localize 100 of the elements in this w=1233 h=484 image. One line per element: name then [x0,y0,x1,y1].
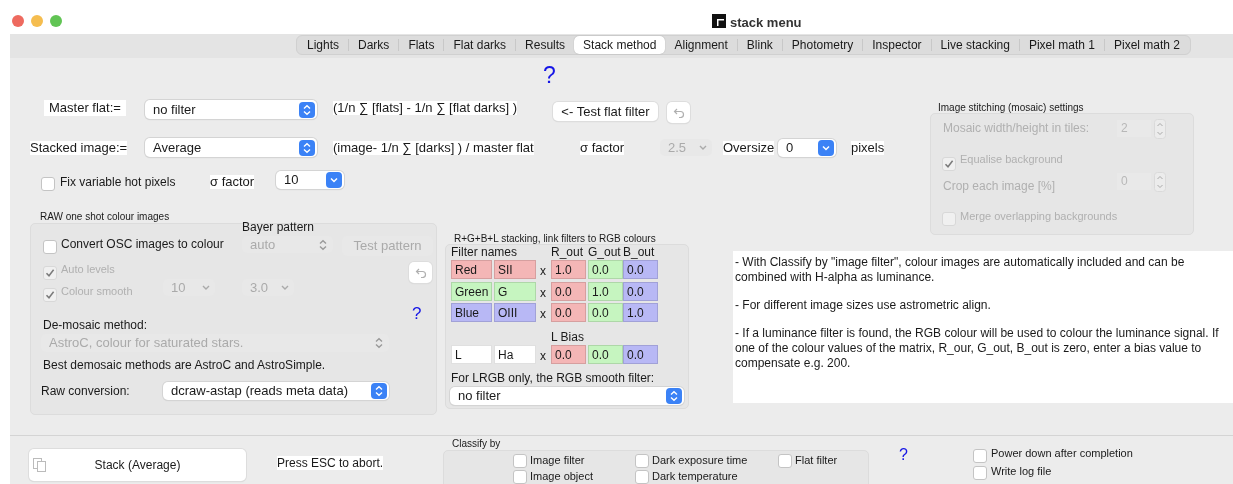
dropdown[interactable]: no filter [145,100,317,119]
checkbox[interactable] [635,454,649,468]
tab[interactable]: Live stacking [931,36,1019,54]
column-header: B_out [623,245,655,259]
input-field[interactable]: 1.0 [551,260,586,279]
field-label: For LRGB only, the RGB smooth filter: [451,371,655,385]
field-label: σ factor [580,141,625,155]
stepper-icon[interactable] [1154,172,1166,192]
checkbox[interactable] [41,177,55,191]
stack-icon [33,458,47,472]
input-field[interactable]: 0.0 [551,303,586,322]
checkbox[interactable] [635,470,649,484]
field-label: Oversize [723,141,775,155]
field-label: Raw conversion: [41,384,130,398]
checkbox-label: Image filter [530,453,585,468]
column-header: G_out [588,245,621,259]
tab[interactable]: Flat darks [444,36,516,54]
tab[interactable]: Darks [349,36,399,54]
stepper-icon [299,101,315,118]
multiply-sign: x [540,263,546,280]
checkbox[interactable] [778,454,792,468]
checkbox-label: Write log file [991,464,1052,478]
group-title: RAW one shot colour images [40,210,170,224]
tab[interactable]: Alignment [665,36,737,54]
dropdown[interactable]: no filter [450,387,684,405]
close-button[interactable] [12,15,24,27]
zoom-button[interactable] [50,15,62,27]
chevron-down-icon [326,172,342,188]
tab[interactable]: Flats [399,36,444,54]
input-field[interactable]: Blue [451,303,492,322]
help-link[interactable]: ? [899,447,908,463]
input-field[interactable]: 0.0 [551,282,586,301]
input-field[interactable]: 0.0 [623,260,658,279]
dropdown[interactable]: Average [145,138,317,157]
input-field[interactable]: 1.0 [623,303,658,322]
input-field[interactable]: 1.0 [588,282,623,301]
tab[interactable]: Lights [298,36,349,54]
input-field[interactable]: 0.0 [588,345,623,364]
tab[interactable]: Stack method [574,36,666,54]
tab[interactable]: Pixel math 2 [1105,36,1189,54]
checkbox[interactable] [513,470,527,484]
tab[interactable]: Pixel math 1 [1019,36,1104,54]
multiply-sign: x [540,348,546,365]
checkbox[interactable] [973,449,987,463]
field-label: Bayer pattern [242,220,315,234]
dropdown[interactable]: dcraw-astap (reads meta data) [163,382,389,400]
test-flat-filter-button[interactable]: <- Test flat filter [553,102,658,121]
tab[interactable]: Blink [737,36,782,54]
checkbox-label: Convert OSC images to colour [61,237,224,251]
chevron-down-icon [281,285,289,290]
input-field[interactable]: 0.0 [588,260,623,279]
checkbox-label: Dark temperature [652,469,738,484]
input-field[interactable]: Green [451,282,492,301]
group-title: Image stitching (mosaic) settings [938,101,1084,115]
stepper-icon [371,383,387,399]
column-header: R_out [551,245,584,259]
help-link[interactable]: ? [543,64,556,87]
note-text: - If a luminance filter is found, the RGB colour will be used to colour the luminance signal. If one of the colour values of the matrix, R_our, G_out, B_out is zero, enter a bias value to compensate e.g. 200. [735,326,1220,371]
checkbox-label: Power down after completion [991,446,1133,460]
checkbox-label: Image object [530,469,593,484]
stepper-icon[interactable] [1154,119,1166,139]
undo-icon [672,107,685,118]
help-link[interactable]: ? [412,305,422,322]
checkbox[interactable] [973,466,987,480]
note-text: - With Classify by "image filter", colour images are automatically included and can be combined with H-alpha as luminance. [735,255,1186,285]
input-field[interactable]: 0.0 [623,282,658,301]
chevron-down-icon [699,145,707,150]
tab[interactable]: Results [516,36,575,54]
status-text: Press ESC to abort. [277,456,384,470]
stepper-icon [299,139,315,156]
dropdown[interactable]: 0 [778,139,836,157]
checkbox[interactable] [43,240,57,254]
input-field[interactable]: OIII [494,303,536,322]
tab[interactable]: Photometry [782,36,863,54]
note-text: Best demosaic methods are AstroC and AstroSimple. [43,358,326,372]
checkbox-label: Flat filter [795,453,838,468]
chevron-down-icon [202,285,210,290]
minimize-button[interactable] [31,15,43,27]
input-field[interactable]: G [494,282,536,301]
input-field[interactable]: Ha [494,345,536,364]
checkbox-label: Dark exposure time [652,453,748,468]
formula-text: (1/n ∑ [flats] - 1/n ∑ [flat darks] ) [333,101,517,115]
input-field[interactable]: L [451,345,492,364]
checkbox[interactable] [513,454,527,468]
stepper-icon [666,388,682,404]
input-field[interactable]: 0.0 [623,345,658,364]
input-field[interactable]: 0.0 [551,345,586,364]
tab[interactable]: Inspector [863,36,931,54]
input-field[interactable]: SII [494,260,536,279]
note-text: - For different image sizes use astrometric align. [735,298,992,313]
undo-button[interactable] [667,102,690,123]
input-field[interactable]: 0.0 [588,303,623,322]
undo-button[interactable] [409,262,432,283]
field-label: De-mosaic method: [43,318,148,332]
dropdown[interactable]: 10 [276,171,344,189]
field-label: σ factor [210,175,255,189]
multiply-sign: x [540,285,546,302]
stack-button[interactable]: Stack (Average) [29,449,246,481]
window-title: stack menu [730,14,802,32]
input-field[interactable]: Red [451,260,492,279]
